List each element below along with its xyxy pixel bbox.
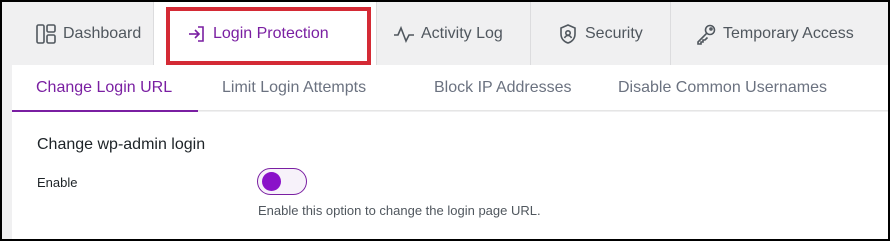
tab-dashboard-label: Dashboard [63, 24, 142, 42]
subtab-change-login-url-label: Change Login URL [36, 78, 173, 96]
login-arrow-icon [187, 24, 207, 44]
key-icon [695, 23, 717, 45]
subtab-disable-common-usernames[interactable]: Disable Common Usernames [594, 65, 834, 111]
tab-dashboard[interactable]: Dashboard [2, 2, 154, 65]
section-title: Change wp-admin login [37, 136, 206, 153]
tab-activity-log[interactable]: Activity Log [377, 2, 531, 65]
activity-pulse-icon [393, 24, 415, 44]
toggle-knob [262, 172, 281, 191]
tab-login-protection[interactable]: Login Protection [154, 2, 377, 65]
sub-tab-bar: Change Login URL Limit Login Attempts Bl… [12, 65, 888, 112]
tab-activity-log-label: Activity Log [421, 24, 503, 42]
enable-toggle[interactable] [257, 168, 307, 195]
enable-label: Enable [37, 175, 78, 190]
top-tab-bar: Dashboard Login Protection Activity Log [2, 2, 888, 65]
tab-temporary-access[interactable]: Temporary Access [671, 2, 888, 65]
plugin-panel: Dashboard Login Protection Activity Log [2, 2, 888, 239]
subtab-block-ip-addresses[interactable]: Block IP Addresses [404, 65, 594, 111]
subtab-block-ip-addresses-label: Block IP Addresses [434, 78, 572, 96]
subtab-disable-common-usernames-label: Disable Common Usernames [618, 78, 827, 96]
dashboard-icon [35, 23, 57, 45]
tab-security-label: Security [585, 24, 643, 42]
tab-security[interactable]: Security [531, 2, 671, 65]
shield-icon [557, 23, 579, 45]
settings-content: Change wp-admin login Enable Enable this… [12, 112, 888, 239]
subtab-limit-login-attempts-label: Limit Login Attempts [222, 78, 367, 96]
enable-help-text: Enable this option to change the login p… [258, 203, 541, 218]
tab-temporary-access-label: Temporary Access [723, 24, 854, 42]
subtab-change-login-url[interactable]: Change Login URL [12, 65, 198, 112]
subtab-limit-login-attempts[interactable]: Limit Login Attempts [198, 65, 404, 111]
tab-login-protection-label: Login Protection [213, 24, 329, 42]
